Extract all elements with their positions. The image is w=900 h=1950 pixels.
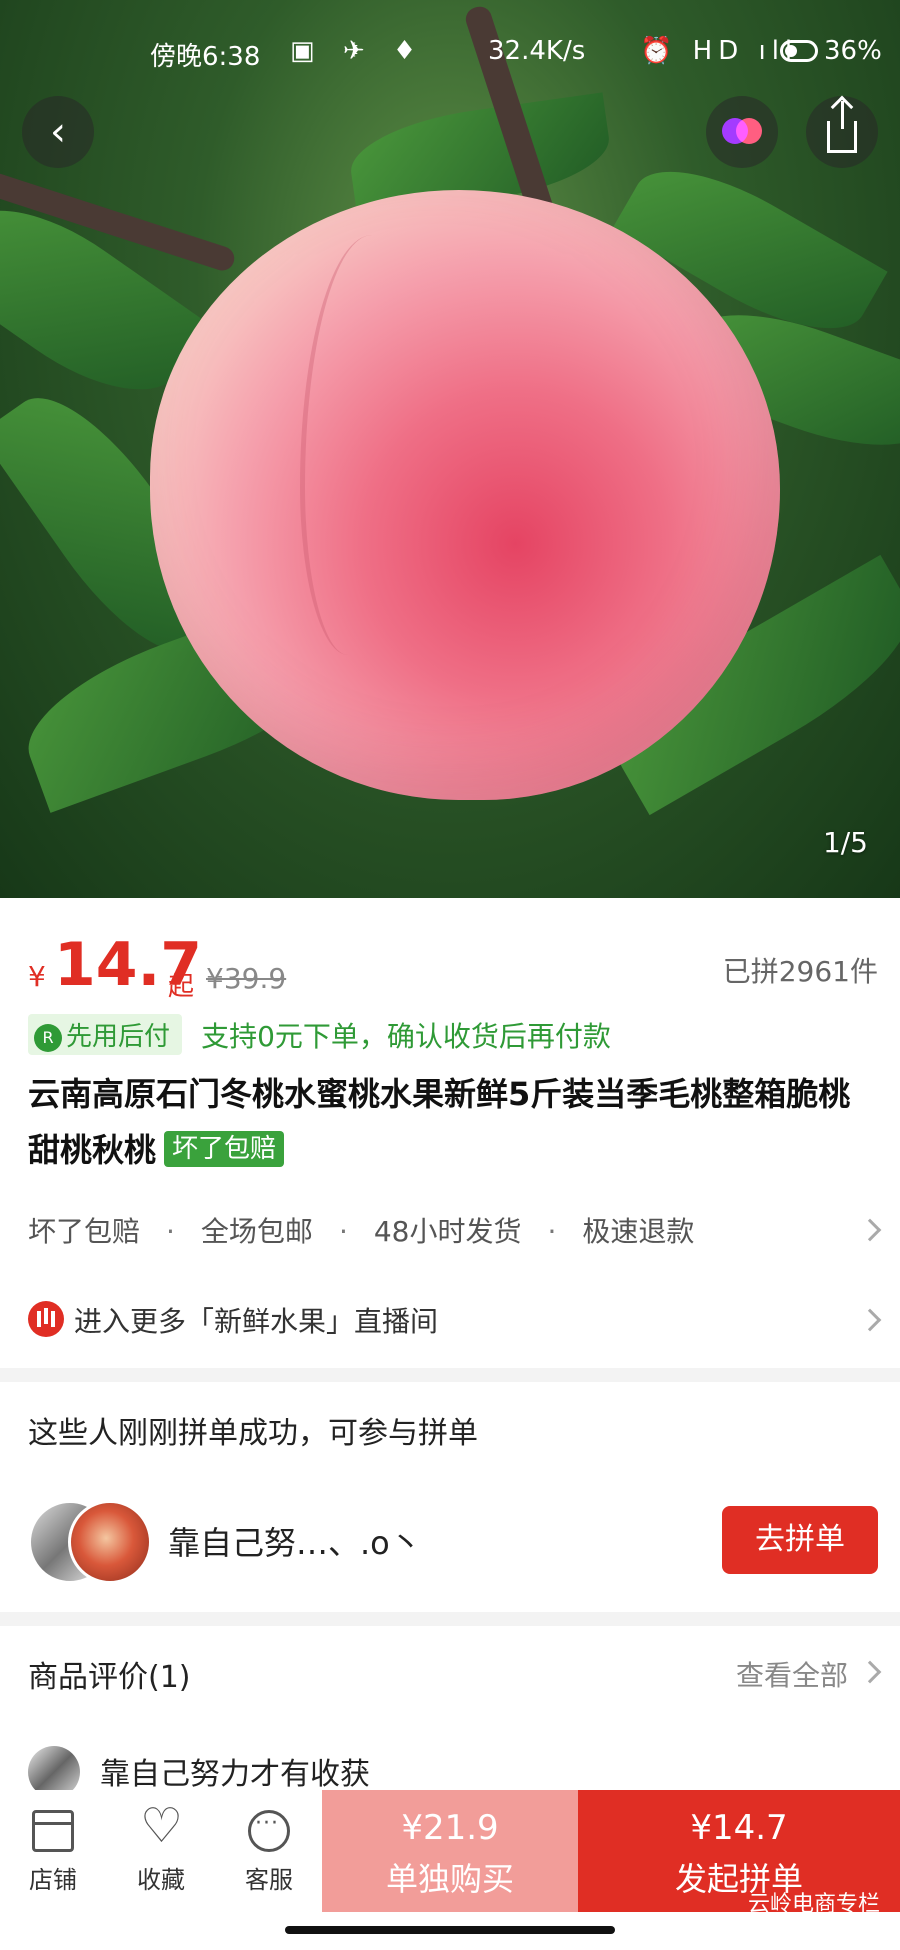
- home-indicator[interactable]: [285, 1926, 615, 1934]
- service-separator: ·: [338, 1215, 348, 1248]
- live-icon: [28, 1301, 64, 1337]
- guarantee-tag: 坏了包赔: [164, 1131, 285, 1167]
- shop-icon: [32, 1810, 74, 1852]
- live-room-entry[interactable]: 进入更多「新鲜水果」直播间: [28, 1300, 882, 1346]
- favorite-label: 收藏: [137, 1866, 185, 1894]
- heart-icon: [140, 1802, 183, 1852]
- review-user-name: 靠自己努力才有收获: [100, 1757, 370, 1792]
- watermark: 云岭电商专栏: [747, 1892, 880, 1917]
- net-speed: 32.4K/s: [488, 36, 586, 66]
- shop-tab[interactable]: 店铺: [8, 1810, 98, 1895]
- pdd-logo-button[interactable]: [706, 96, 778, 168]
- solo-price: ¥21.9: [401, 1808, 499, 1848]
- image-counter: 1/5: [822, 826, 868, 859]
- pay-later-badge: R 先用后付: [28, 1014, 183, 1055]
- status-time: 傍晚6:38: [150, 42, 261, 72]
- solo-label: 单独购买: [385, 1860, 514, 1898]
- share-icon: [827, 101, 857, 153]
- pay-later-row[interactable]: R 先用后付 支持0元下单，确认收货后再付款: [28, 1014, 611, 1055]
- battery-icon: [780, 40, 818, 62]
- pay-later-icon: R: [34, 1024, 62, 1052]
- product-title-text: 云南高原石门冬桃水蜜桃水果新鲜5斤装当季毛桃整箱脆桃甜桃秋桃: [28, 1075, 851, 1169]
- chevron-right-icon: [858, 1660, 882, 1684]
- battery-indicator: 36%: [780, 36, 882, 66]
- status-bar: 傍晚6:38 ▣ ✈ ♦ 32.4K/s ⏰ HD ıll 36%: [0, 30, 900, 74]
- original-price: ¥39.9: [206, 962, 287, 995]
- chevron-left-icon: ‹: [50, 109, 66, 155]
- back-button[interactable]: ‹: [22, 96, 94, 168]
- shop-label: 店铺: [29, 1866, 77, 1894]
- peach: [150, 190, 780, 800]
- group-buy-heading: 这些人刚刚拼单成功，可参与拼单: [28, 1416, 478, 1451]
- price-row: ¥ 14.7 起 ¥39.9 已拼2961件: [28, 930, 878, 1002]
- section-divider: [0, 1368, 900, 1382]
- battery-level: 36%: [824, 36, 882, 66]
- signal-icons: ⏰ HD ıll: [640, 36, 799, 66]
- favorite-tab[interactable]: 收藏: [116, 1802, 206, 1895]
- service-row[interactable]: 坏了包赔 · 全场包邮 · 48小时发货 · 极速退款: [28, 1210, 882, 1260]
- customer-service-tab[interactable]: 客服: [224, 1810, 314, 1895]
- chevron-right-icon: [858, 1308, 882, 1332]
- view-all-reviews-link[interactable]: 查看全部: [736, 1654, 848, 1694]
- group-buy-row: 靠自己努…、.o丶 去拼单: [28, 1496, 878, 1588]
- group-user-name: 靠自己努…、.o丶: [168, 1524, 422, 1562]
- service-item: 坏了包赔: [28, 1215, 141, 1248]
- share-button[interactable]: [806, 96, 878, 168]
- service-item: 极速退款: [582, 1215, 695, 1248]
- product-title: 云南高原石门冬桃水蜜桃水果新鲜5斤装当季毛桃整箱脆桃甜桃秋桃 坏了包赔: [28, 1066, 878, 1178]
- reviews-title: 商品评价(1): [28, 1660, 191, 1695]
- pay-later-text: 支持0元下单，确认收货后再付款: [201, 1019, 611, 1053]
- buy-alone-button[interactable]: ¥21.9 单独购买: [322, 1790, 578, 1912]
- service-separator: ·: [547, 1215, 557, 1248]
- notification-icons: ▣ ✈ ♦: [290, 36, 427, 66]
- service-item: 全场包邮: [200, 1215, 313, 1248]
- price-suffix: 起: [168, 972, 195, 1002]
- customer-service-label: 客服: [245, 1866, 293, 1894]
- section-divider: [0, 1612, 900, 1626]
- service-item: 48小时发货: [373, 1215, 522, 1248]
- pdd-logo-icon: [722, 118, 762, 146]
- live-room-text: 进入更多「新鲜水果」直播间: [74, 1305, 439, 1338]
- chevron-right-icon: [858, 1218, 882, 1242]
- join-group-button[interactable]: 去拼单: [722, 1506, 878, 1574]
- avatar: [68, 1500, 152, 1584]
- reviews-header[interactable]: 商品评价(1) 查看全部: [28, 1652, 882, 1696]
- service-separator: ·: [166, 1215, 175, 1248]
- pay-later-label: 先用后付: [66, 1022, 171, 1052]
- sold-count: 已拼2961件: [722, 955, 878, 988]
- chat-icon: [248, 1810, 290, 1852]
- group-price: ¥14.7: [690, 1808, 788, 1848]
- currency-symbol: ¥: [28, 960, 46, 993]
